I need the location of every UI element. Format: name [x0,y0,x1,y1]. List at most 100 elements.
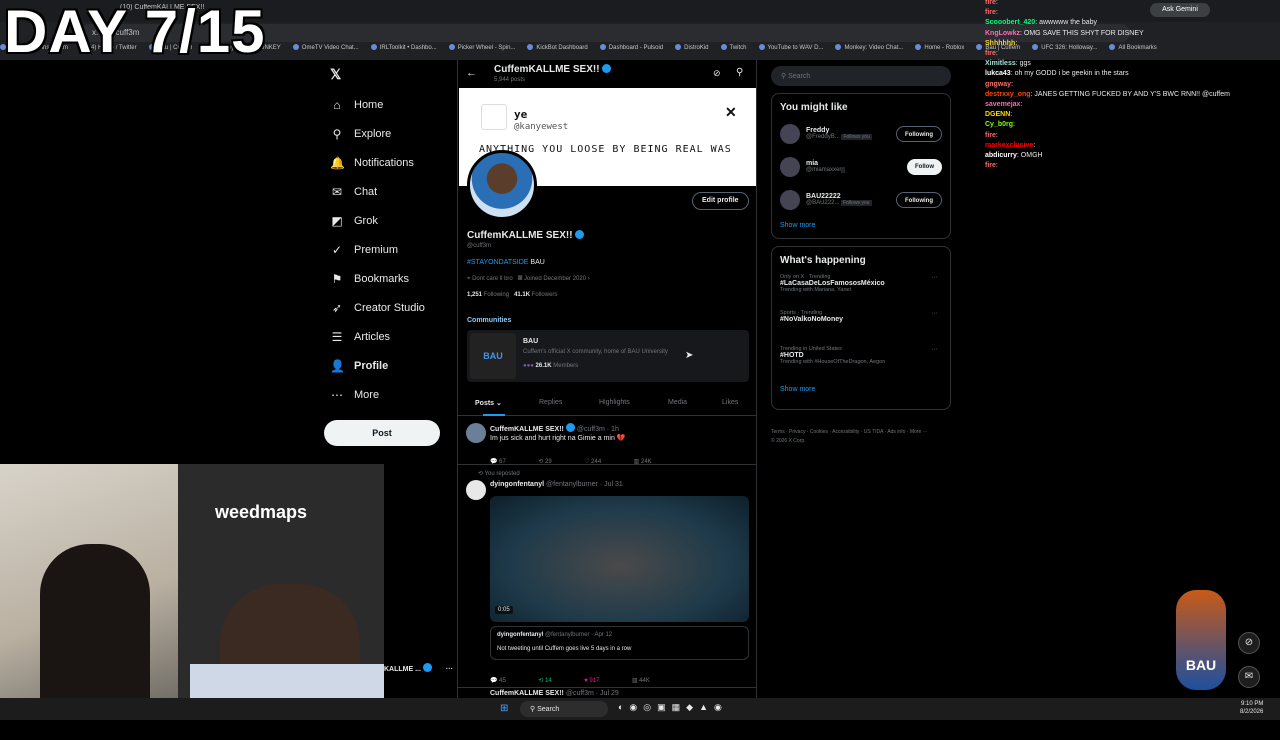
trend-item[interactable]: Sports · Trending #NoValkoNoMoney ··· [780,310,942,346]
reply-button[interactable]: 💬 67 [490,458,506,465]
bookmark-item[interactable]: YouTube to WAV D... [759,44,824,51]
trend-item[interactable]: Only on X · Trending #LaCasaDeLosFamososM… [780,274,942,310]
suggested-user[interactable]: BAU22222 @BAU222... Follows you Following [780,183,942,216]
repost-button[interactable]: ⟲ 14 [538,677,551,684]
sidebar-item-explore[interactable]: ⚲ Explore [320,119,450,148]
bio-hashtag[interactable]: #STAYONDATSIDE [467,259,528,266]
chat-username: KngLowkz [985,29,1020,37]
reposted-label: ⟲ You reposted [478,471,520,477]
post-button[interactable]: Post [324,420,440,446]
taskbar-apps[interactable]: ◐◉◎▣▦◆▲◉ [618,702,728,713]
repost-button[interactable]: ⟲ 29 [538,458,551,465]
trend-more-icon[interactable]: ··· [931,310,938,317]
chat-message: lukca43: oh my GODD i be geekin in the s… [985,69,1280,79]
user-handle: @BAU222... Follows you [806,200,872,206]
messages-float-icon[interactable]: ✉ [1238,666,1260,688]
video-duration: 0:05 [495,606,513,614]
whats-happening-card: What's happening Only on X · Trending #La… [771,246,951,410]
sidebar-item-grok[interactable]: ◩ Grok [320,206,450,235]
tab-posts[interactable]: Posts ⌄ [475,399,502,407]
chat-message: savemejax: [985,100,1280,110]
sidebar-item-home[interactable]: ⌂ Home [320,90,450,119]
followers-link[interactable]: 41.1K Followers [514,292,557,298]
sidebar-item-articles[interactable]: ☰ Articles [320,322,450,351]
chat-text: : [1010,111,1013,119]
sidebar-item-notifications[interactable]: 🔔 Notifications [320,148,450,177]
post-author: CuffemKALLME SEX!! @cuff3m · 1h [490,423,619,433]
follow-button[interactable]: Follow [907,158,942,175]
chat-message: Shhhhhh: [985,39,1280,49]
show-more-link[interactable]: Show more [780,386,942,393]
sidebar-item-premium[interactable]: ✓ Premium [320,235,450,264]
show-more-link[interactable]: Show more [780,222,942,229]
post-author: CuffemKALLME SEX!! @cuff3m · Jul 29 [490,690,619,697]
search-input[interactable]: ⚲ Search [771,66,951,86]
grok-float-icon[interactable]: ⊘ [1238,632,1260,654]
sidebar-item-bookmarks[interactable]: ⚑ Bookmarks [320,264,450,293]
windows-start-icon[interactable]: ⊞ [500,703,508,714]
profile-avatar[interactable] [467,150,537,220]
sidebar-item-label: Grok [354,214,378,227]
bookmark-item[interactable]: Dashboard - Pulsoid [600,44,663,51]
chat-message: fire: [985,49,1280,59]
tab-likes[interactable]: Likes [722,399,738,406]
chat-message: fire: [985,161,1280,171]
sidebar-item-label: Premium [354,243,399,256]
trend-more-icon[interactable]: ··· [931,274,938,281]
post-video[interactable]: 0:05 [490,496,749,622]
post-item[interactable]: ⟲ You reposted dyingonfentanyl @fentanyl… [458,466,756,688]
bookmark-item[interactable]: DistroKid [675,44,708,51]
sidebar-item-more[interactable]: ⋯ More [320,380,450,409]
taskbar-search[interactable]: ⚲ Search [520,701,608,717]
grok-icon[interactable]: ⊘ [713,68,721,79]
like-button[interactable]: ♡ 244 [584,458,601,465]
suggested-user[interactable]: Freddy @FreddyB... Follows you Following [780,117,942,150]
mail-icon: ✉ [331,184,343,199]
sidebar-item-chat[interactable]: ✉ Chat [320,177,450,206]
views-button[interactable]: ▥ 44K [632,677,650,684]
tab-media[interactable]: Media [668,399,687,406]
reply-button[interactable]: 💬 45 [490,677,506,684]
bookmark-item[interactable]: Home - Roblox [915,44,964,51]
chat-text: : oh my GODD i be geekin in the stars [1010,70,1129,78]
webcam-feed: weedmaps [0,464,384,720]
bookmark-item[interactable]: Monkey: Video Chat... [835,44,903,51]
account-switcher[interactable]: KALLME ... ··· [384,663,453,673]
avatar [466,423,486,443]
bookmark-item[interactable]: Picker Wheel - Spin... [449,44,516,51]
follow-button[interactable]: Following [896,191,942,208]
views-button[interactable]: ▥ 24K [634,458,652,465]
x-logo-icon[interactable]: 𝕏 [330,66,341,83]
bookmark-item[interactable]: KickBot Dashboard [527,44,587,51]
bookmark-icon: ⚑ [331,271,343,286]
community-card[interactable]: BAU BAU Cuffem's official X community, h… [467,330,749,382]
trend-more-icon[interactable]: ··· [931,346,938,353]
post-item[interactable]: CuffemKALLME SEX!! @cuff3m · 1h Im jus s… [458,417,756,465]
quote-text: Not tweeting until Cuffem goes live 5 da… [497,646,632,652]
day-overlay-text: DAY 7/15 [4,0,266,65]
bookmark-item[interactable]: Twitch [721,44,747,51]
like-button[interactable]: ♥ 917 [584,678,599,684]
bookmark-item[interactable]: OmeTV Video Chat... [293,44,359,51]
bau-mascot-logo: BAU [1176,590,1226,690]
bookmark-item[interactable]: IRLToolkit • Dashbo... [371,44,437,51]
footer-links[interactable]: Terms · Privacy · Cookies · Accessibilit… [771,428,931,446]
edit-profile-button[interactable]: Edit profile [692,192,749,210]
sidebar-item-creator-studio[interactable]: ➶ Creator Studio [320,293,450,322]
taskbar-clock: 9:10 PM 8/2/2026 [1240,701,1264,715]
trend-topic: #LaCasaDeLosFamososMéxico [780,280,885,287]
whats-happening-title: What's happening [780,255,866,266]
chat-text: : OMG SAVE THIS SHYT FOR DISNEY [1020,29,1144,37]
tab-replies[interactable]: Replies [539,399,562,406]
back-arrow-icon[interactable]: ← [466,67,477,79]
following-link[interactable]: 1,251 Following [467,292,509,298]
sidebar-item-profile[interactable]: 👤 Profile [320,351,450,380]
sidebar-item-label: Explore [354,127,392,140]
suggested-user[interactable]: mia @miamaxxer Follow [780,150,942,183]
trend-item[interactable]: Trending in United States #HOTD Trending w… [780,346,942,382]
quoted-post[interactable]: dyingonfentanyl @fentanylburner · Apr 12… [490,626,749,660]
tab-highlights[interactable]: Highlights [599,399,630,406]
more-icon[interactable]: ··· [446,666,453,673]
search-icon[interactable]: ⚲ [736,67,743,78]
follow-button[interactable]: Following [896,125,942,142]
